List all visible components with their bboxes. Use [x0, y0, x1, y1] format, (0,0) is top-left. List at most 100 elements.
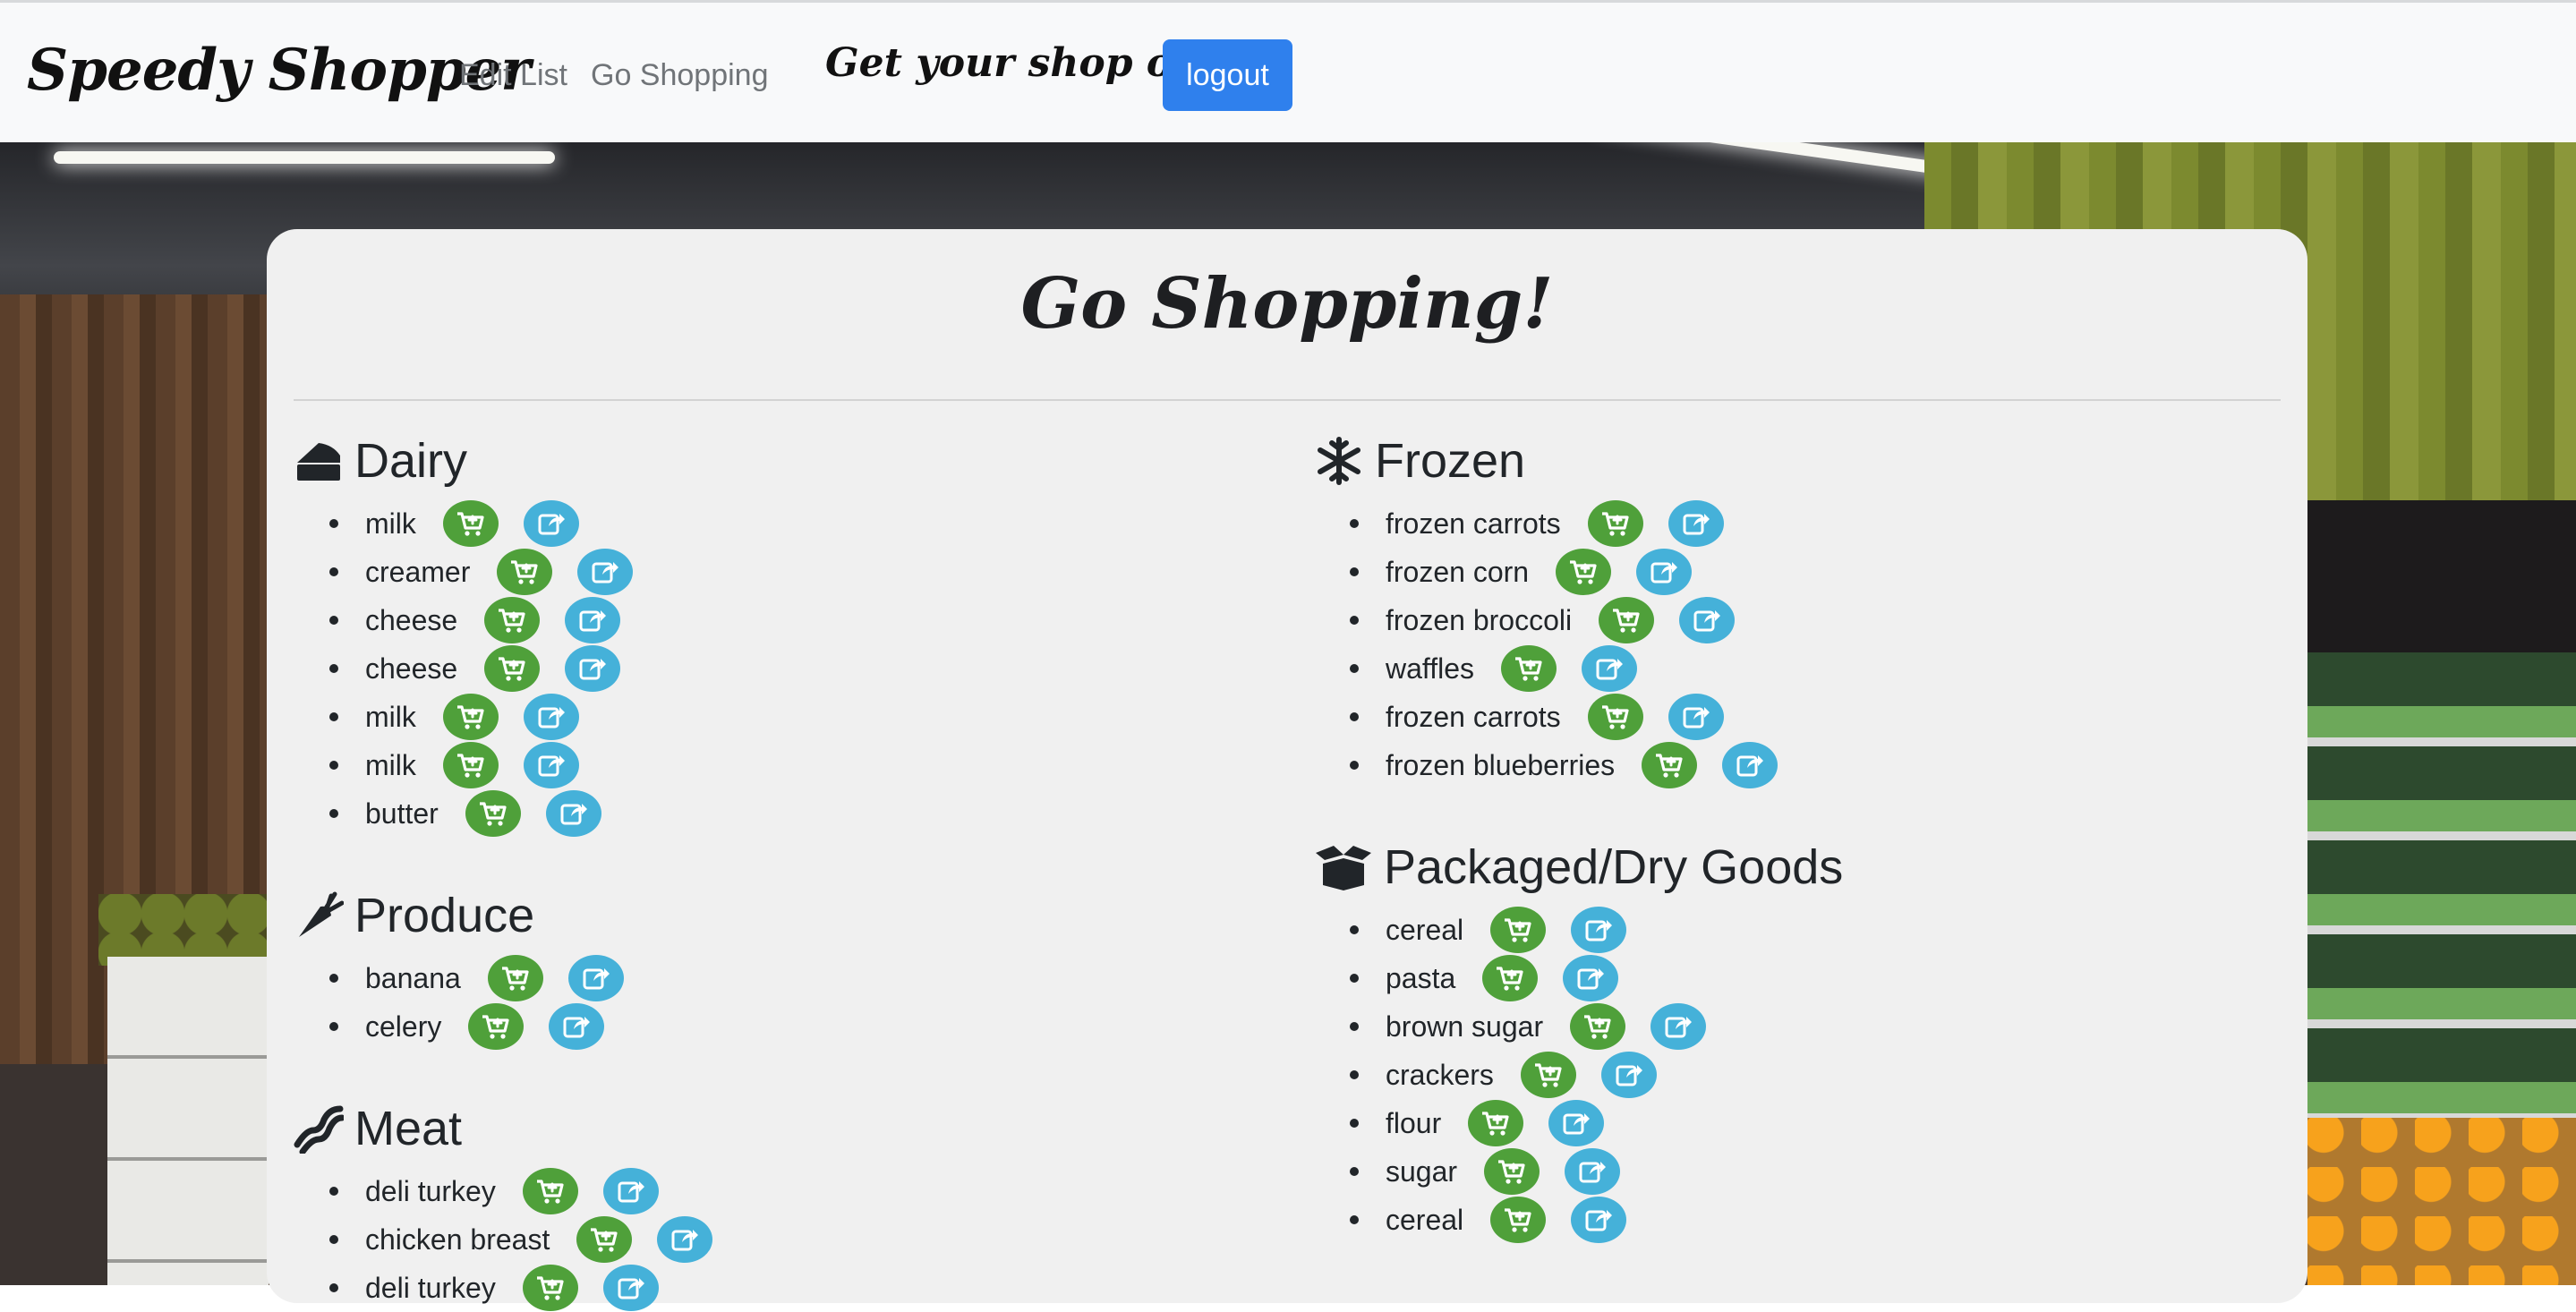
add-to-cart-button[interactable] [1484, 1148, 1540, 1195]
add-to-cart-button[interactable] [442, 500, 499, 547]
cart-plus-icon [501, 967, 529, 991]
item-name: banana [365, 961, 461, 994]
move-item-button[interactable] [1571, 907, 1627, 953]
share-icon [579, 610, 607, 632]
add-to-cart-button[interactable] [465, 790, 521, 837]
nav-edit-list[interactable]: Edit List [459, 58, 567, 93]
open-box-icon [1314, 842, 1373, 892]
move-item-button[interactable] [565, 645, 621, 692]
add-to-cart-button[interactable] [1587, 694, 1643, 740]
move-item-button[interactable] [1548, 1100, 1605, 1146]
nav-go-shopping[interactable]: Go Shopping [591, 58, 769, 93]
add-to-cart-button[interactable] [1642, 742, 1698, 788]
add-to-cart-button[interactable] [1556, 549, 1612, 595]
move-item-button[interactable] [657, 1216, 713, 1263]
orange-display [2307, 1118, 2576, 1285]
move-item-button[interactable] [1565, 1148, 1621, 1195]
move-item-button[interactable] [523, 500, 579, 547]
cart-plus-icon [1601, 512, 1629, 536]
move-item-button[interactable] [565, 597, 621, 643]
divider [294, 399, 2281, 401]
cart-plus-icon [1584, 1015, 1611, 1039]
add-to-cart-button[interactable] [522, 1265, 578, 1311]
move-item-button[interactable] [1668, 694, 1724, 740]
share-icon [560, 804, 587, 825]
add-to-cart-button[interactable] [1501, 645, 1557, 692]
move-item-button[interactable] [523, 742, 579, 788]
share-icon [618, 1181, 644, 1203]
add-to-cart-button[interactable] [1490, 907, 1547, 953]
top-navbar: Speedy Shopper Edit List Go Shopping Get… [0, 0, 2576, 142]
move-item-button[interactable] [1636, 549, 1693, 595]
add-to-cart-button[interactable] [1468, 1100, 1524, 1146]
add-to-cart-button[interactable] [522, 1168, 578, 1214]
logout-button[interactable]: logout [1163, 39, 1292, 111]
cart-plus-icon [479, 802, 507, 826]
section-produce: Produce banana celery [294, 884, 624, 1051]
add-to-cart-button[interactable] [442, 742, 499, 788]
item-name: pasta [1386, 961, 1456, 994]
share-icon [579, 659, 607, 680]
add-to-cart-button[interactable] [484, 645, 541, 692]
move-item-button[interactable] [1563, 955, 1619, 1001]
move-item-button[interactable] [549, 1003, 605, 1050]
add-to-cart-button[interactable] [1587, 500, 1643, 547]
cart-plus-icon [456, 754, 484, 778]
item-name: frozen blueberries [1386, 748, 1616, 781]
share-icon [1596, 659, 1624, 680]
section-title: Dairy [354, 434, 468, 488]
list-item: milk [329, 693, 633, 741]
move-item-button[interactable] [545, 790, 601, 837]
move-item-button[interactable] [577, 549, 634, 595]
move-item-button[interactable] [567, 955, 624, 1001]
list-item: milk [329, 499, 633, 548]
cart-plus-icon [511, 560, 538, 584]
add-to-cart-button[interactable] [1570, 1003, 1626, 1050]
item-name: crackers [1386, 1058, 1494, 1091]
add-to-cart-button[interactable] [1482, 955, 1539, 1001]
share-icon [1577, 968, 1605, 990]
item-list: cereal pasta brown sugar crackers flour … [1314, 906, 1843, 1244]
cart-plus-icon [1601, 705, 1629, 729]
brand-logo[interactable]: Speedy Shopper [27, 37, 531, 104]
cart-plus-icon [1656, 754, 1683, 778]
move-item-button[interactable] [602, 1265, 659, 1311]
add-to-cart-button[interactable] [442, 694, 499, 740]
cart-plus-icon [1482, 1112, 1509, 1136]
add-to-cart-button[interactable] [576, 1216, 633, 1263]
add-to-cart-button[interactable] [1490, 1197, 1547, 1243]
add-to-cart-button[interactable] [1520, 1052, 1576, 1098]
list-item: chicken breast [329, 1215, 713, 1264]
move-item-button[interactable] [1571, 1197, 1627, 1243]
share-icon [1579, 1162, 1607, 1183]
add-to-cart-button[interactable] [1599, 597, 1655, 643]
cart-plus-icon [1515, 657, 1542, 681]
move-item-button[interactable] [523, 694, 579, 740]
item-name: celery [365, 1010, 442, 1043]
shopping-card: Go Shopping! Dairy milk creamer cheese c… [267, 229, 2307, 1311]
list-item: frozen corn [1350, 548, 1778, 596]
list-item: flour [1350, 1099, 1843, 1147]
add-to-cart-button[interactable] [487, 955, 543, 1001]
share-icon [1683, 514, 1710, 535]
move-item-button[interactable] [1679, 597, 1736, 643]
move-item-button[interactable] [1722, 742, 1778, 788]
item-name: deli turkey [365, 1174, 496, 1207]
add-to-cart-button[interactable] [484, 597, 541, 643]
move-item-button[interactable] [1600, 1052, 1657, 1098]
cart-plus-icon [1505, 1208, 1531, 1232]
cart-plus-icon [1497, 967, 1523, 991]
move-item-button[interactable] [1582, 645, 1638, 692]
move-item-button[interactable] [1651, 1003, 1707, 1050]
cart-plus-icon [499, 609, 525, 633]
cart-plus-icon [1498, 1160, 1525, 1184]
move-item-button[interactable] [1668, 500, 1724, 547]
move-item-button[interactable] [602, 1168, 659, 1214]
item-name: brown sugar [1386, 1010, 1544, 1043]
share-icon [1616, 1065, 1642, 1086]
cart-plus-icon [536, 1180, 564, 1204]
item-name: frozen carrots [1386, 700, 1561, 733]
add-to-cart-button[interactable] [497, 549, 553, 595]
list-item: butter [329, 789, 633, 838]
add-to-cart-button[interactable] [468, 1003, 525, 1050]
